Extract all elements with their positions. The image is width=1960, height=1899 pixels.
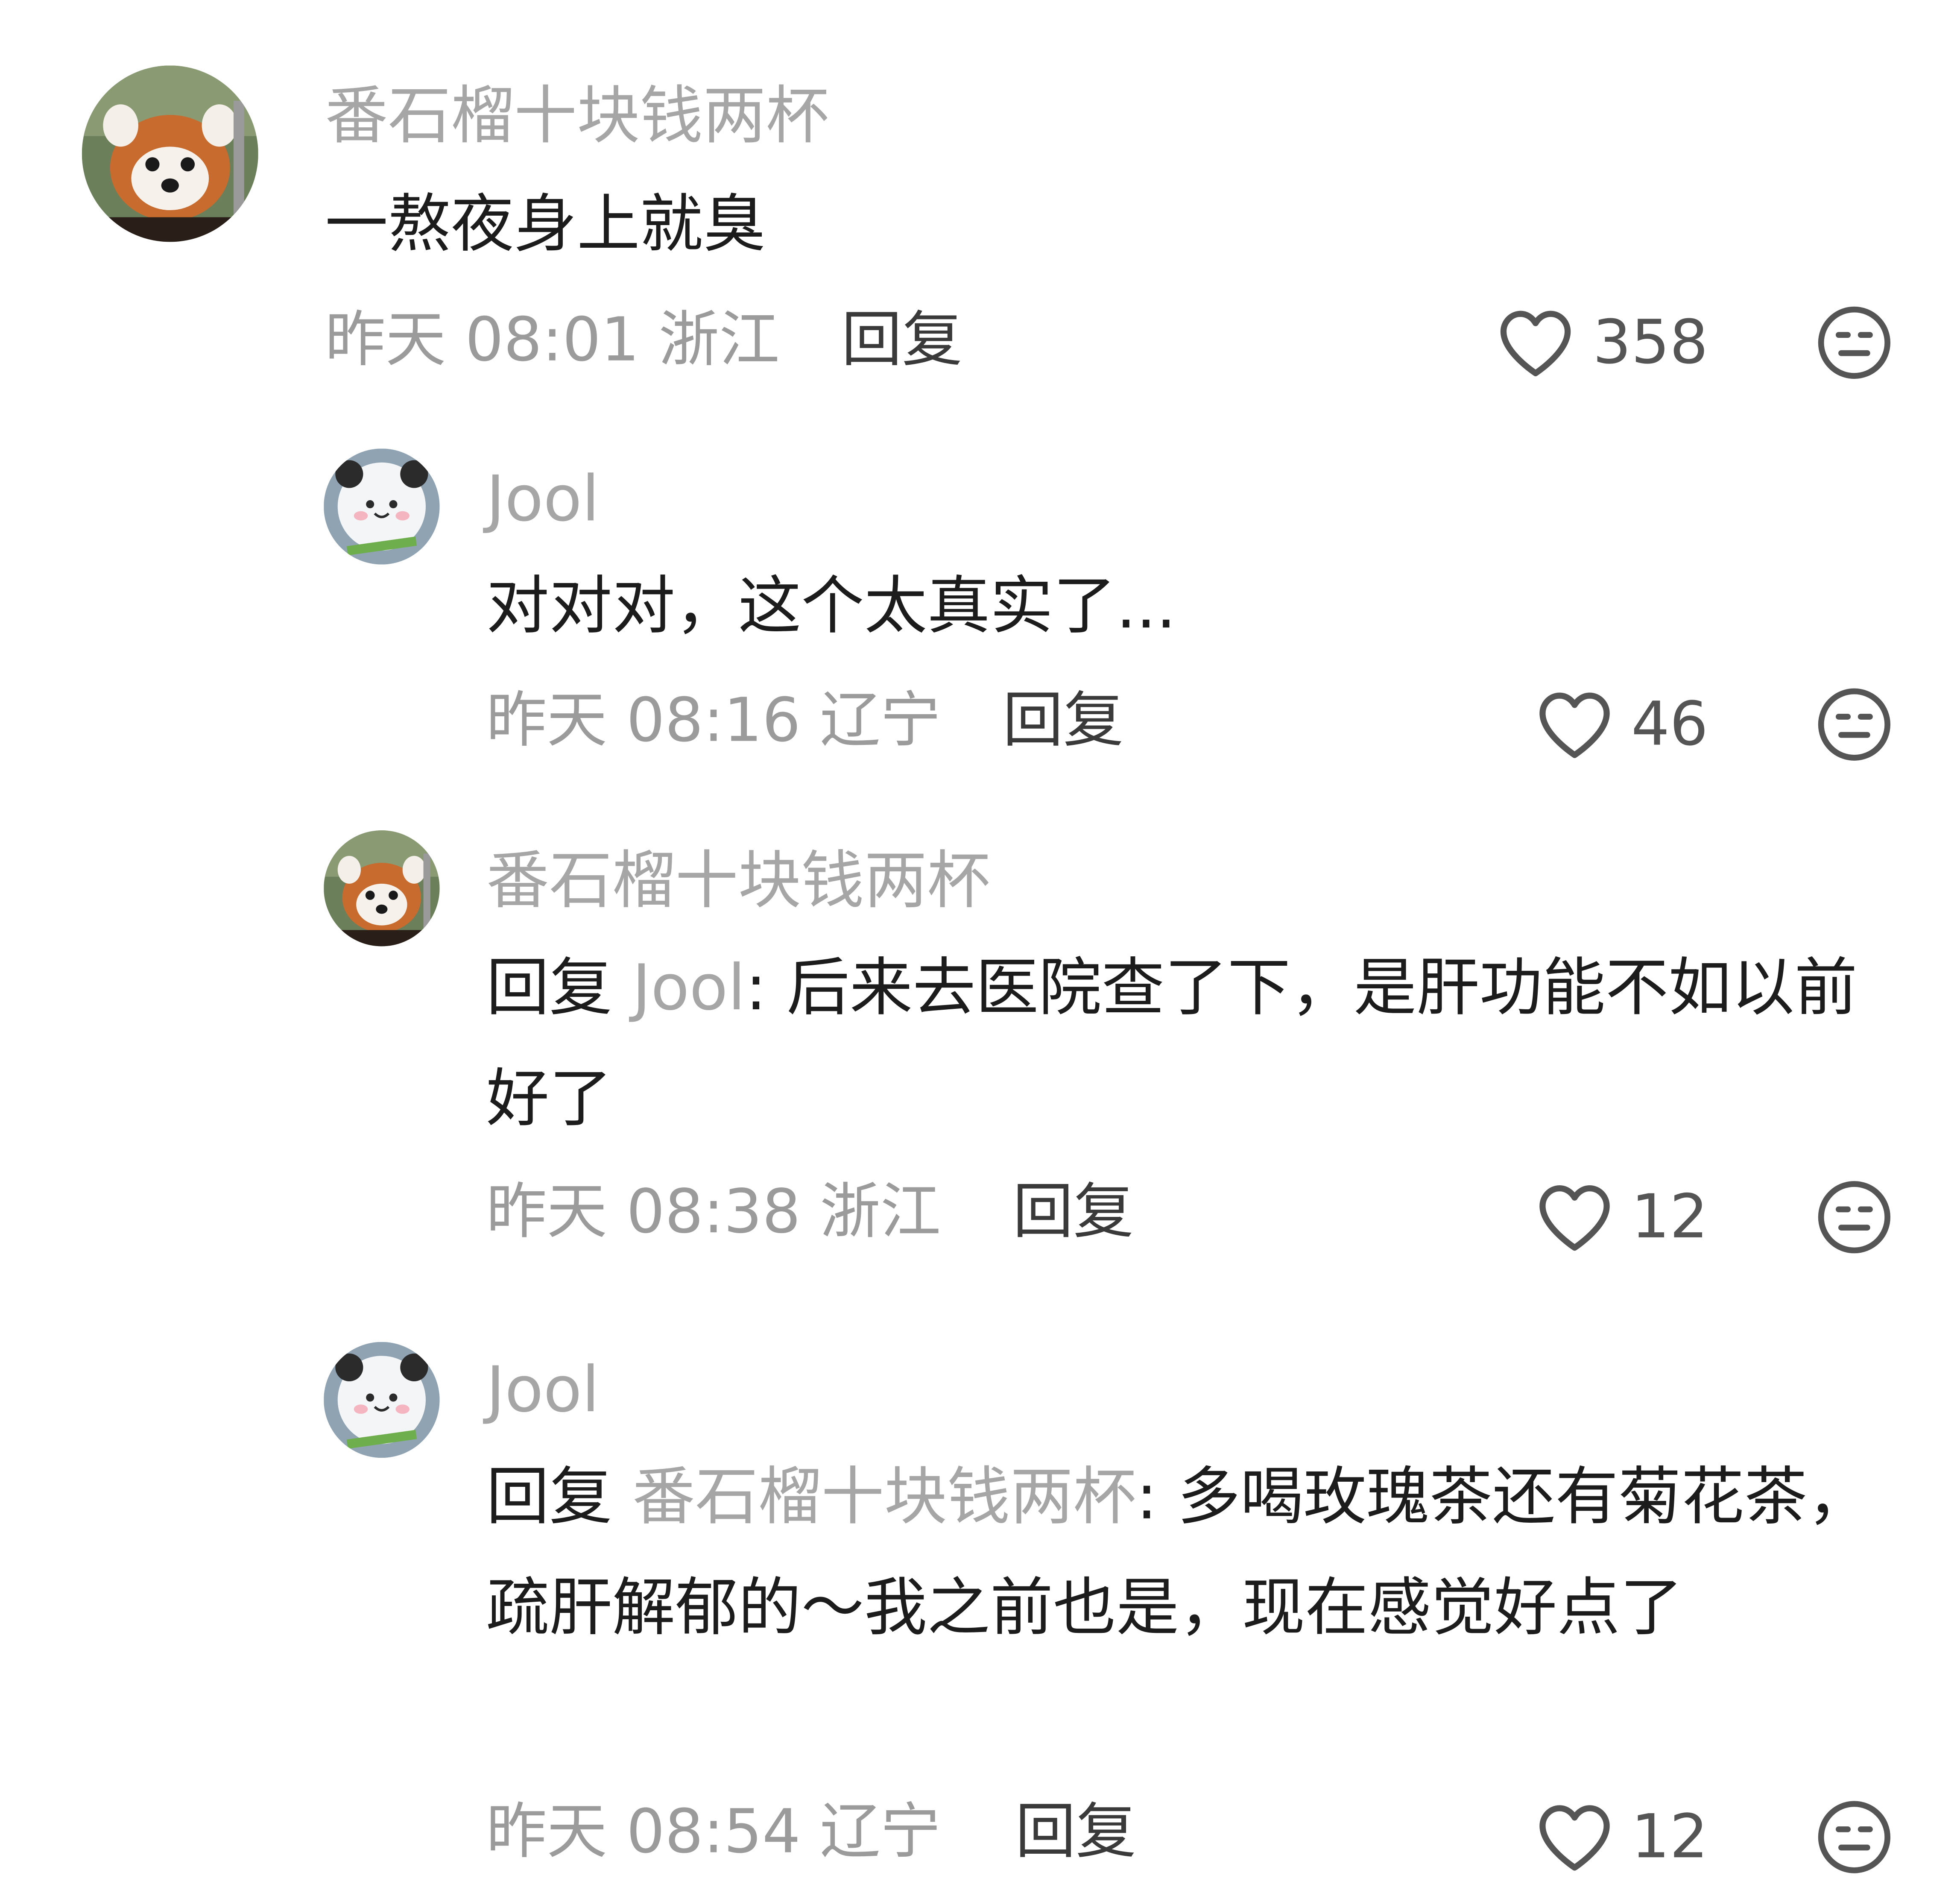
reply-target-username[interactable]: 番石榴十块钱两杯 — [632, 1460, 1136, 1533]
reply-item: Jool 回复 番石榴十块钱两杯: 多喝玫瑰茶还有菊花茶，疏肝解郁的～我之前也是… — [0, 0, 1960, 1899]
meh-face-icon[interactable] — [1815, 1798, 1893, 1876]
comment-thread: 番石榴十块钱两杯 一熬夜身上就臭 昨天 08:01 浙江 回复 358 Jool… — [0, 0, 1960, 1899]
like-count: 12 — [1631, 1802, 1708, 1873]
heart-outline-icon — [1539, 1805, 1610, 1871]
like-button[interactable]: 12 — [1449, 1799, 1708, 1875]
comment-text: 回复 番石榴十块钱两杯: 多喝玫瑰茶还有菊花茶，疏肝解郁的～我之前也是，现在感觉… — [486, 1442, 1887, 1663]
comment-meta: 昨天 08:54 辽宁 — [486, 1796, 941, 1867]
reply-button[interactable]: 回复 — [1015, 1794, 1136, 1870]
username[interactable]: Jool — [486, 1352, 600, 1427]
reply-prefix: 回复 — [486, 1460, 632, 1534]
panda-doll-avatar[interactable] — [324, 1342, 440, 1458]
